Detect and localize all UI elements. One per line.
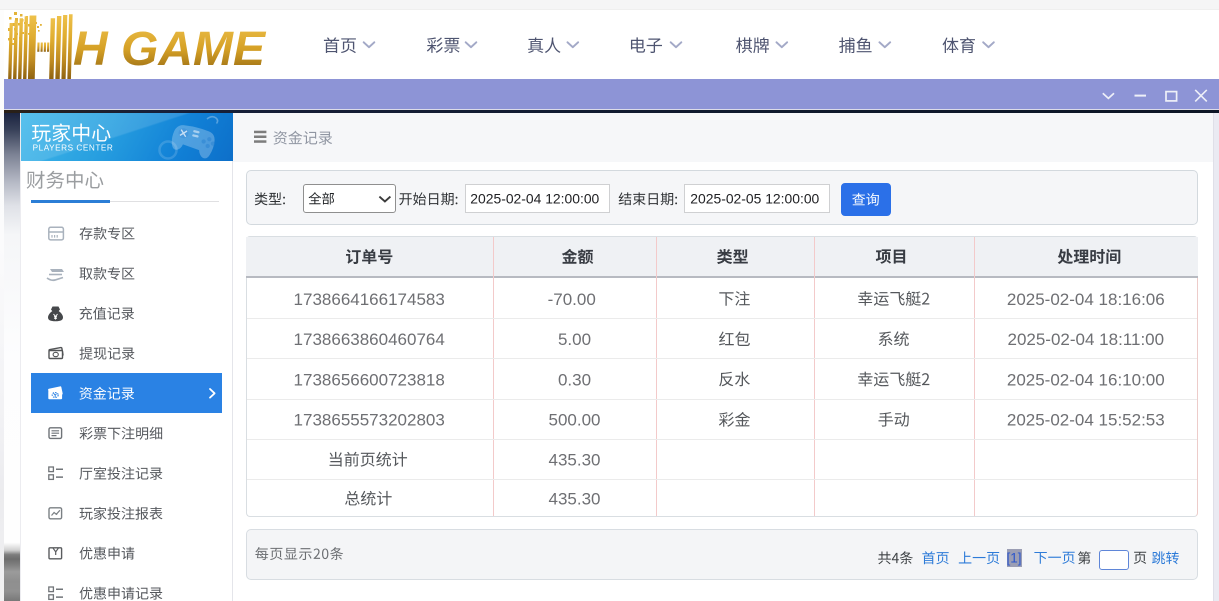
- svg-text:-70.00: -70.00: [548, 290, 596, 309]
- svg-text:[1]: [1]: [1006, 551, 1021, 566]
- svg-text:1738656600723818: 1738656600723818: [294, 370, 445, 389]
- svg-text:1738664166174583: 1738664166174583: [294, 290, 445, 309]
- svg-text:H GAME: H GAME: [73, 23, 267, 76]
- svg-text:1738655573202803: 1738655573202803: [294, 411, 445, 430]
- svg-text:435.30: 435.30: [549, 490, 601, 509]
- svg-text:2025-02-04 15:52:53: 2025-02-04 15:52:53: [1007, 411, 1165, 430]
- svg-text:500.00: 500.00: [549, 411, 601, 430]
- svg-text:PLAYERS CENTER: PLAYERS CENTER: [33, 144, 114, 153]
- svg-text:5.00: 5.00: [558, 330, 591, 349]
- svg-text:2025-02-04 18:16:06: 2025-02-04 18:16:06: [1007, 290, 1165, 309]
- svg-text:2025-02-04 12:00:00: 2025-02-04 12:00:00: [470, 190, 599, 206]
- svg-text:2025-02-05 12:00:00: 2025-02-05 12:00:00: [690, 190, 819, 206]
- svg-text:435.30: 435.30: [549, 451, 601, 470]
- svg-text:0.30: 0.30: [558, 370, 591, 389]
- svg-text:1738663860460764: 1738663860460764: [294, 330, 445, 349]
- svg-text:2025-02-04 16:10:00: 2025-02-04 16:10:00: [1007, 370, 1165, 389]
- svg-text:2025-02-04 18:11:00: 2025-02-04 18:11:00: [1007, 330, 1164, 349]
